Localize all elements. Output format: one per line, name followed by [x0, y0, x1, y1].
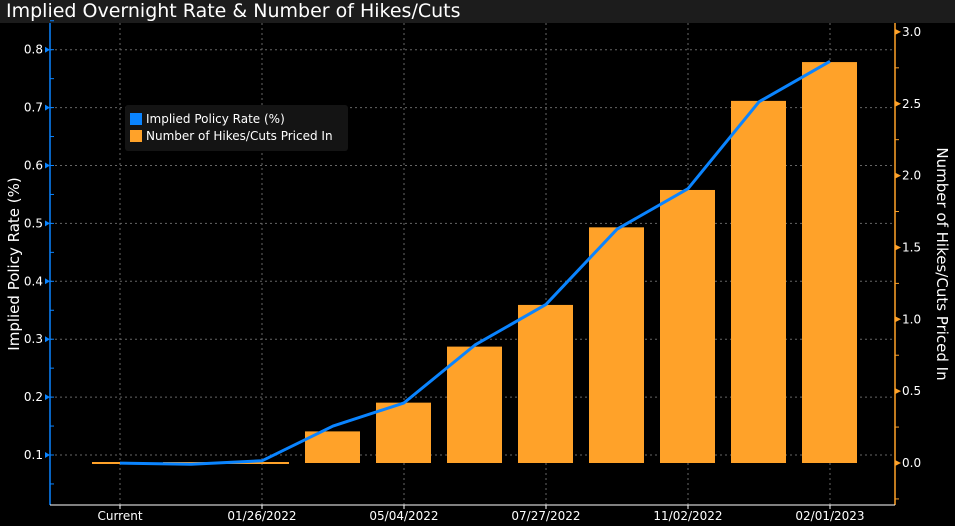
legend-label-rate: Implied Policy Rate (%) [146, 112, 285, 126]
x-tick-label: 02/01/2023 [795, 509, 864, 523]
legend-item-hikes: Number of Hikes/Cuts Priced In [130, 129, 333, 143]
x-tick-label: 07/27/2022 [511, 509, 580, 523]
right-tick-marker [895, 316, 901, 323]
legend-label-hikes: Number of Hikes/Cuts Priced In [146, 129, 333, 143]
bar [660, 189, 715, 463]
left-tick-label: 0.4 [24, 274, 43, 288]
right-axis-title: Number of Hikes/Cuts Priced In [933, 147, 951, 380]
left-tick-label: 0.3 [24, 332, 43, 346]
right-tick-marker [895, 100, 901, 107]
left-tick-label: 0.2 [24, 390, 43, 404]
right-tick-label: 0.5 [902, 384, 921, 398]
bar [92, 462, 120, 464]
x-tick-label: Current [97, 509, 142, 523]
right-tick-label: 1.5 [902, 240, 921, 254]
left-tick-label: 0.6 [24, 159, 43, 173]
right-tick-marker [895, 460, 901, 466]
legend-swatch-rate [130, 113, 142, 125]
left-tick-label: 0.7 [24, 101, 43, 115]
left-tick-label: 0.1 [24, 448, 43, 462]
legend-swatch-hikes [130, 130, 142, 142]
bar [589, 227, 644, 463]
left-tick-label: 0.5 [24, 216, 43, 230]
chart: 0.1 0.2 0.3 0.4 0.5 0.6 0.7 0.8 0.0 0.5 1.0 1.5 2.0 2… [5, 20, 951, 523]
x-tick-label: 05/04/2022 [369, 509, 438, 523]
legend: Implied Policy Rate (%) Number of Hikes/… [125, 105, 348, 151]
right-tick-marker [895, 172, 901, 179]
right-tick-label: 1.0 [902, 312, 921, 326]
bar [376, 402, 431, 463]
bar [802, 62, 857, 464]
left-axis-title: Implied Policy Rate (%) [5, 177, 23, 350]
right-tick-label: 2.0 [902, 169, 921, 183]
left-tick-label: 0.8 [24, 43, 43, 57]
x-tick-label: 11/02/2022 [653, 509, 722, 523]
right-tick-marker [895, 244, 901, 251]
legend-item-rate: Implied Policy Rate (%) [130, 112, 285, 126]
right-tick-marker [895, 388, 901, 395]
right-tick-marker [895, 28, 901, 35]
right-tick-label: 0.0 [902, 456, 921, 470]
right-tick-label: 3.0 [902, 25, 921, 39]
right-tick-label: 2.5 [902, 97, 921, 111]
bar [447, 346, 502, 463]
x-tick-label: 01/26/2022 [227, 509, 296, 523]
bar [731, 100, 786, 463]
bar [518, 304, 573, 463]
